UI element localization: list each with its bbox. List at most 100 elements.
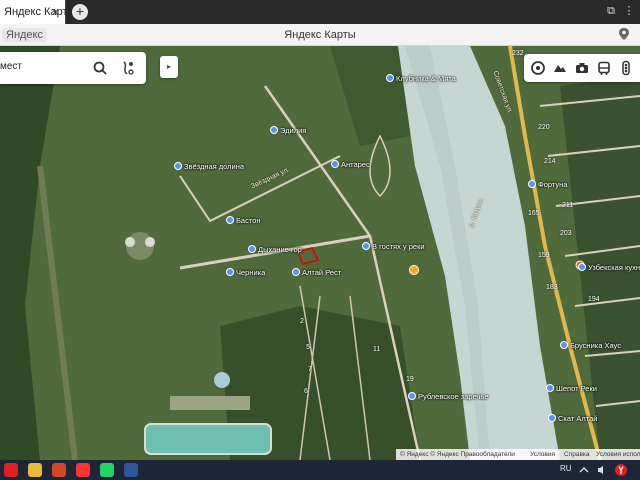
help-link[interactable]: Справка [564, 449, 590, 460]
orange-marker [409, 265, 419, 275]
taskbar-whatsapp-icon[interactable] [100, 463, 114, 477]
poi-marker-icon [548, 414, 556, 422]
map-poi[interactable]: Узбекская кухня [578, 263, 640, 272]
screen: Яндекс Карты × + ⧉ ⋮ Яндекс Яндекс Карты [0, 0, 640, 480]
house-number: 220 [538, 124, 550, 131]
usage-terms-link[interactable]: Условия использования [596, 449, 640, 460]
search-input[interactable] [0, 61, 80, 72]
map-poi[interactable]: Эдилия [270, 126, 306, 135]
map-poi[interactable]: Дыхание гор [248, 245, 302, 254]
panorama-icon[interactable] [552, 60, 568, 76]
browser-tab[interactable]: Яндекс Карты × [0, 0, 75, 24]
poi-marker-icon [560, 341, 568, 349]
route-icon[interactable] [120, 60, 136, 76]
poi-marker-icon [578, 263, 586, 271]
new-tab-button[interactable]: + [72, 4, 88, 20]
map-poi[interactable]: Алтай Рест [292, 268, 341, 277]
poi-marker-icon [408, 392, 416, 400]
keyboard-language[interactable]: RU [560, 464, 572, 473]
page-title: Яндекс Карты [284, 29, 356, 41]
taskbar-ppt-icon[interactable] [52, 463, 66, 477]
poi-label: Узбекская кухня [588, 263, 640, 272]
window-tabs-icon[interactable]: ⧉ [604, 4, 618, 18]
map-footer: © Яндекс © Яндекс Правообладатели Услови… [396, 449, 640, 460]
house-number: 7 [308, 366, 312, 373]
map-poi[interactable]: Скат Алтай [548, 414, 597, 423]
poi-label: Антарес [341, 160, 370, 169]
terms-link[interactable]: Условия [530, 449, 555, 460]
map-poi[interactable]: Антарес [331, 160, 370, 169]
copyright-link[interactable]: © Яндекс © Яндекс Правообладатели [400, 449, 515, 460]
taskbar-opera-icon[interactable] [4, 463, 18, 477]
poi-label: Брусника Хаус [570, 341, 621, 350]
poi-marker-icon [174, 162, 182, 170]
search-panel [0, 52, 146, 84]
poi-marker-icon [292, 268, 300, 276]
house-number: 203 [560, 230, 572, 237]
poi-marker-icon [248, 245, 256, 253]
house-number: 6 [304, 388, 308, 395]
volume-icon[interactable] [596, 464, 608, 476]
poi-label: Клубника & Мята [396, 74, 456, 83]
transport-icon[interactable] [596, 60, 612, 76]
poi-marker-icon [331, 160, 339, 168]
poi-label: Алтай Рест [302, 268, 342, 277]
poi-label: Рублевское заречье [418, 392, 489, 401]
poi-marker-icon [386, 74, 394, 82]
building-row [170, 396, 250, 410]
location-pin-icon[interactable] [619, 28, 629, 40]
house-number: 211 [562, 202, 574, 209]
poi-label: Эдилия [280, 126, 307, 135]
browser-tabstrip: Яндекс Карты × + ⧉ ⋮ [0, 0, 640, 24]
house-number: 159 [538, 252, 550, 259]
poi-marker-icon [546, 384, 554, 392]
tab-close-button[interactable]: × [52, 5, 59, 19]
airstrip [37, 165, 78, 460]
house-number: 165 [528, 210, 540, 217]
pool [144, 423, 272, 455]
map-poi[interactable]: В гостях у реки [362, 242, 425, 251]
taskbar-files-icon[interactable] [28, 463, 42, 477]
map-canvas[interactable]: Клубника & Мята Эдилия Звёздная долина Анта… [0, 46, 640, 460]
layer-controls [524, 54, 640, 82]
poi-marker-icon [270, 126, 278, 134]
forest-north [330, 46, 410, 146]
tab-title: Яндекс Карты [4, 6, 76, 18]
collapse-panel-button[interactable]: ▸ [160, 56, 178, 78]
search-icon[interactable] [92, 60, 108, 76]
house-number: 214 [544, 158, 556, 165]
yandex-tray-icon[interactable] [614, 463, 628, 477]
poi-marker-icon [226, 268, 234, 276]
map-poi[interactable]: Клубника & Мята [386, 74, 456, 83]
layers-icon[interactable] [530, 60, 546, 76]
map-poi[interactable]: Фортуна [528, 180, 567, 189]
poi-label: В гостях у реки [372, 242, 425, 251]
map-poi[interactable]: Рублевское заречье [408, 392, 488, 401]
poi-marker-icon [362, 242, 370, 250]
menu-icon[interactable]: ⋮ [622, 4, 636, 18]
map-poi[interactable]: Брусника Хаус [560, 341, 621, 350]
house-number: 5 [306, 344, 310, 351]
poi-marker-icon [226, 216, 234, 224]
house-number: 11 [373, 346, 381, 353]
poi-label: Дыхание гор [258, 245, 302, 254]
poi-label: Шепот Реки [556, 384, 597, 393]
house-number: 194 [588, 296, 600, 303]
map-poi[interactable]: Шепот Реки [546, 384, 597, 393]
house-number: 183 [546, 284, 558, 291]
taskbar-yandex-icon[interactable] [76, 463, 90, 477]
house-number: 19 [406, 376, 414, 383]
address-bar[interactable]: Яндекс Яндекс Карты [0, 24, 640, 46]
traffic-icon[interactable] [618, 60, 634, 76]
poi-marker-icon [528, 180, 536, 188]
poi-label: Скат Алтай [558, 414, 598, 423]
taskbar-word-icon[interactable] [124, 463, 138, 477]
poi-label: Черника [236, 268, 266, 277]
map-poi[interactable]: Черника [226, 268, 265, 277]
map-poi[interactable]: Звёздная долина [174, 162, 244, 171]
poi-label: Звёздная долина [184, 162, 245, 171]
chevron-up-icon[interactable] [578, 464, 590, 476]
camera-icon[interactable] [574, 60, 590, 76]
poi-label: Бастон [236, 216, 261, 225]
map-poi[interactable]: Бастон [226, 216, 261, 225]
